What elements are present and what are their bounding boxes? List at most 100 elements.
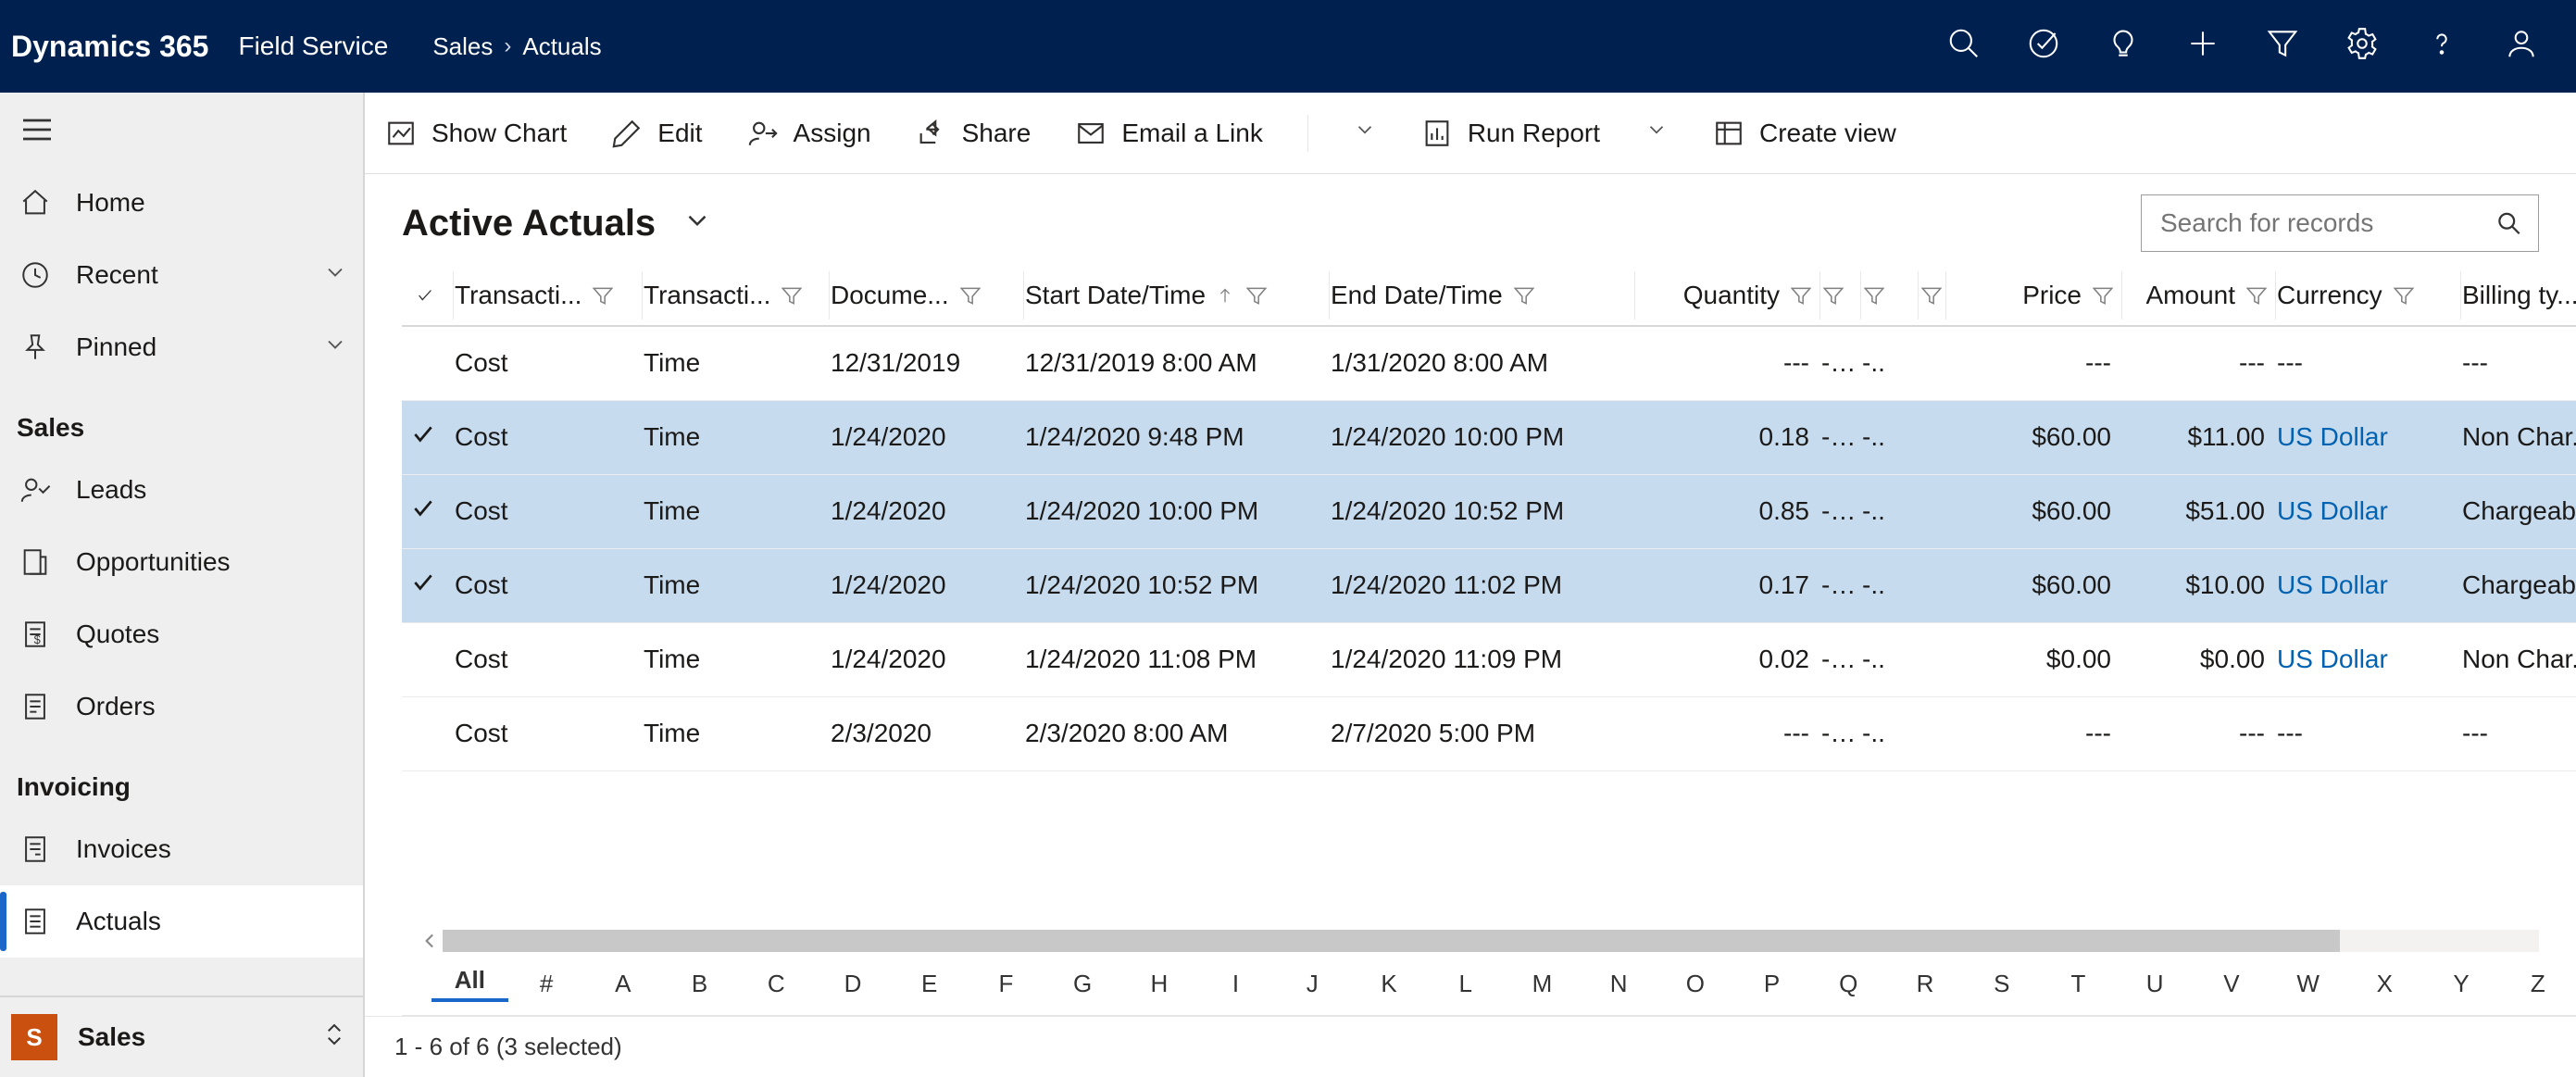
column-header-end[interactable]: End Date/Time [1330, 265, 1635, 326]
divider [1307, 115, 1308, 152]
alpha-filter-P[interactable]: P [1733, 970, 1810, 998]
cell-col9 [1919, 474, 1946, 548]
table-row[interactable]: CostTime1/24/20201/24/2020 9:48 PM1/24/2… [402, 400, 2576, 474]
task-icon[interactable] [2026, 26, 2061, 68]
app-switcher-tile: S [11, 1014, 57, 1060]
column-header-col8[interactable] [1861, 265, 1919, 326]
horizontal-scrollbar[interactable] [402, 929, 2576, 953]
nav-item-pinned[interactable]: Pinned [0, 311, 363, 383]
run-report-dropdown[interactable] [1644, 118, 1669, 148]
column-header-transaction_class[interactable]: Transacti... [454, 265, 643, 326]
table-row[interactable]: CostTime12/31/201912/31/2019 8:00 AM1/31… [402, 326, 2576, 400]
column-header-transaction_type[interactable]: Transacti... [643, 265, 830, 326]
column-header-price[interactable]: Price [1946, 265, 2122, 326]
breadcrumb-root[interactable]: Sales [432, 32, 493, 61]
alpha-filter-bar: All#ABCDEFGHIJKLMNOPQRSTUVWXYZ [402, 953, 2576, 1016]
alpha-filter-G[interactable]: G [1044, 970, 1121, 998]
column-header-quantity[interactable]: Quantity [1635, 265, 1820, 326]
column-header-document_date[interactable]: Docume... [830, 265, 1024, 326]
alpha-filter-D[interactable]: D [815, 970, 892, 998]
nav-item-invoices[interactable]: Invoices [0, 813, 363, 885]
column-header-currency[interactable]: Currency [2276, 265, 2461, 326]
run-report-button[interactable]: Run Report [1421, 118, 1600, 149]
account-icon[interactable] [2504, 26, 2539, 68]
alpha-filter-O[interactable]: O [1657, 970, 1734, 998]
alpha-filter-J[interactable]: J [1274, 970, 1351, 998]
opportunity-icon [17, 546, 54, 578]
alpha-filter-All[interactable]: All [431, 966, 508, 1002]
show-chart-button[interactable]: Show Chart [385, 118, 567, 149]
lightbulb-icon[interactable] [2106, 26, 2141, 68]
search-icon[interactable] [1946, 26, 1982, 68]
assign-button[interactable]: Assign [747, 118, 871, 149]
view-selector-dropdown[interactable] [682, 205, 713, 243]
alpha-filter-C[interactable]: C [738, 970, 815, 998]
scrollbar-thumb[interactable] [2340, 930, 2539, 952]
alpha-filter-X[interactable]: X [2346, 970, 2423, 998]
alpha-filter-I[interactable]: I [1197, 970, 1274, 998]
alpha-filter-A[interactable]: A [584, 970, 661, 998]
email-link-dropdown[interactable] [1353, 118, 1377, 148]
nav-item-actuals[interactable]: Actuals [0, 885, 363, 958]
alpha-filter-K[interactable]: K [1351, 970, 1428, 998]
email-link-button[interactable]: Email a Link [1075, 118, 1263, 149]
app-switcher[interactable]: S Sales [0, 996, 363, 1077]
search-box[interactable] [2141, 194, 2539, 252]
cell-currency[interactable]: US Dollar [2276, 400, 2461, 474]
cell-currency[interactable]: US Dollar [2276, 548, 2461, 622]
column-header-check[interactable] [402, 265, 454, 326]
alpha-filter-T[interactable]: T [2040, 970, 2117, 998]
add-icon[interactable] [2185, 26, 2220, 68]
table-row[interactable]: CostTime1/24/20201/24/2020 10:00 PM1/24/… [402, 474, 2576, 548]
column-header-start[interactable]: Start Date/Time [1024, 265, 1330, 326]
nav-item-home[interactable]: Home [0, 167, 363, 239]
cell-start: 1/24/2020 9:48 PM [1024, 400, 1330, 474]
app-name[interactable]: Field Service [238, 31, 388, 61]
alpha-filter-L[interactable]: L [1427, 970, 1504, 998]
nav-item-recent[interactable]: Recent [0, 239, 363, 311]
alpha-filter-M[interactable]: M [1504, 970, 1581, 998]
alpha-filter-Y[interactable]: Y [2423, 970, 2500, 998]
table-row[interactable]: CostTime1/24/20201/24/2020 11:08 PM1/24/… [402, 622, 2576, 696]
table-row[interactable]: CostTime2/3/20202/3/2020 8:00 AM2/7/2020… [402, 696, 2576, 770]
nav-item-quotes[interactable]: $Quotes [0, 598, 363, 670]
alpha-filter-#[interactable]: # [508, 970, 585, 998]
cell-col9 [1919, 548, 1946, 622]
search-input[interactable] [2158, 207, 2496, 239]
column-header-col9[interactable] [1919, 265, 1946, 326]
alpha-filter-H[interactable]: H [1120, 970, 1197, 998]
nav-item-opportunities[interactable]: Opportunities [0, 526, 363, 598]
cell-start: 12/31/2019 8:00 AM [1024, 326, 1330, 400]
table-row[interactable]: CostTime1/24/20201/24/2020 10:52 PM1/24/… [402, 548, 2576, 622]
app-switcher-label: Sales [78, 1022, 145, 1052]
scrollbar-track[interactable] [443, 930, 2539, 952]
alpha-filter-B[interactable]: B [661, 970, 738, 998]
alpha-filter-W[interactable]: W [2270, 970, 2346, 998]
alpha-filter-F[interactable]: F [968, 970, 1044, 998]
alpha-filter-Q[interactable]: Q [1810, 970, 1887, 998]
edit-button[interactable]: Edit [611, 118, 702, 149]
nav-item-leads[interactable]: Leads [0, 454, 363, 526]
breadcrumb-leaf[interactable]: Actuals [522, 32, 601, 61]
filter-icon[interactable] [2265, 26, 2300, 68]
scroll-left-icon[interactable] [419, 929, 443, 953]
settings-icon[interactable] [2345, 26, 2380, 68]
alpha-filter-E[interactable]: E [891, 970, 968, 998]
alpha-filter-S[interactable]: S [1963, 970, 2040, 998]
alpha-filter-N[interactable]: N [1581, 970, 1657, 998]
create-view-button[interactable]: Create view [1713, 118, 1896, 149]
cell-currency[interactable]: US Dollar [2276, 474, 2461, 548]
alpha-filter-R[interactable]: R [1887, 970, 1964, 998]
alpha-filter-Z[interactable]: Z [2499, 970, 2576, 998]
column-header-billing_type[interactable]: Billing ty... [2461, 265, 2576, 326]
column-header-col7[interactable] [1820, 265, 1861, 326]
alpha-filter-V[interactable]: V [2194, 970, 2270, 998]
alpha-filter-U[interactable]: U [2117, 970, 2194, 998]
cell-col7: -... [1820, 696, 1861, 770]
help-icon[interactable] [2424, 26, 2459, 68]
hamburger-button[interactable] [0, 93, 363, 167]
column-header-amount[interactable]: Amount [2122, 265, 2276, 326]
share-button[interactable]: Share [916, 118, 1032, 149]
nav-item-orders[interactable]: Orders [0, 670, 363, 743]
cell-currency[interactable]: US Dollar [2276, 622, 2461, 696]
